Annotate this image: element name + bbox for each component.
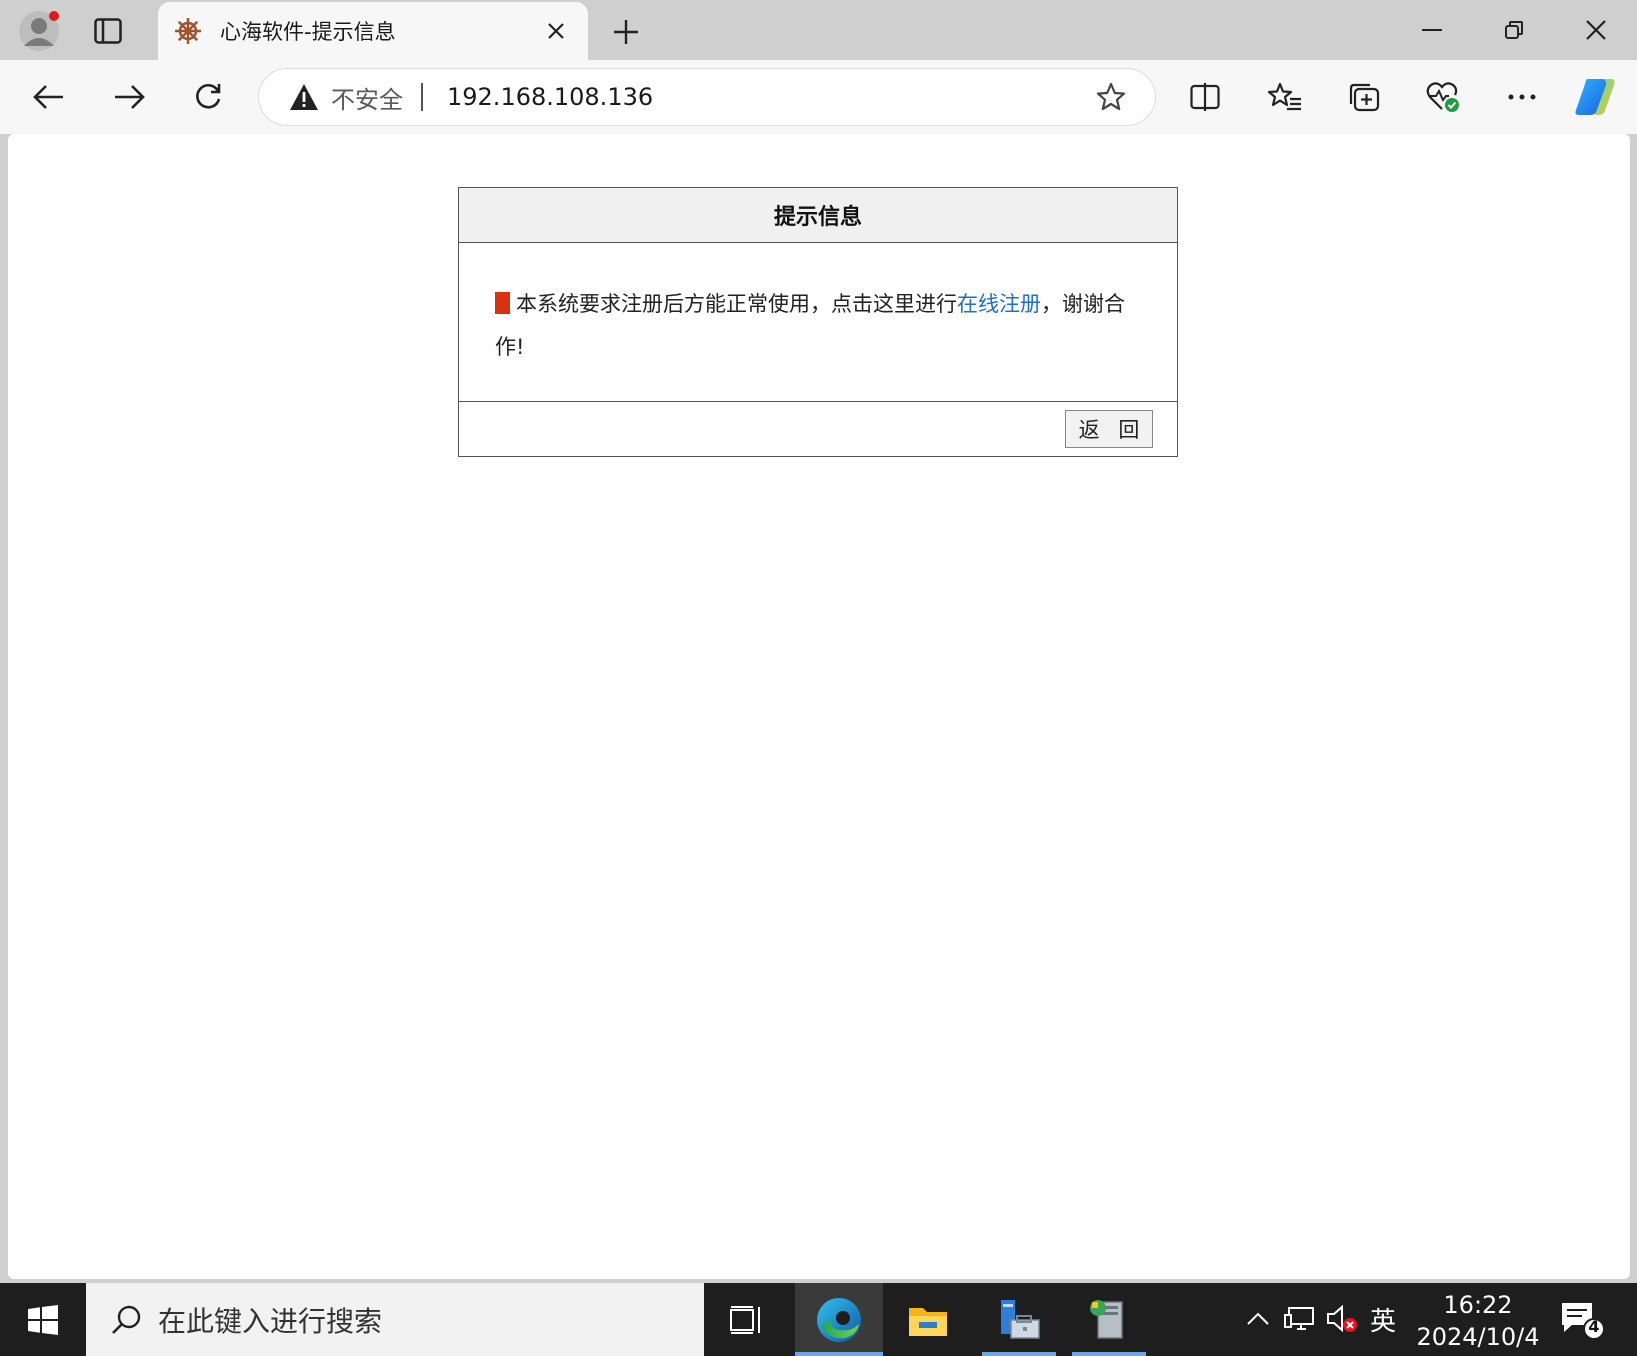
address-bar[interactable]: 不安全 192.168.108.136 [258,68,1156,126]
back-button[interactable]: 返 回 [1065,410,1153,448]
notification-center-icon[interactable]: 4 [1558,1299,1606,1341]
ime-indicator[interactable]: 英 [1370,1301,1396,1338]
restore-icon[interactable] [1473,0,1555,60]
back-arrow-icon[interactable] [26,74,72,120]
taskbar: 在此键入进行搜索 英 16:22 2024/10/4 4 [0,1283,1637,1356]
tab-close-icon[interactable] [536,11,576,51]
red-marker-icon [495,292,510,314]
tab-actions-icon[interactable] [88,12,128,50]
profile-avatar-icon[interactable] [18,10,60,52]
new-tab-icon[interactable] [604,10,648,54]
active-tab[interactable]: 心海软件-提示信息 [158,2,588,60]
favorites-icon[interactable] [1262,74,1308,120]
network-icon[interactable] [1282,1301,1318,1337]
server-manager-indicator [982,1352,1056,1356]
url-text[interactable]: 192.168.108.136 [447,83,1091,111]
clock-date: 2024/10/4 [1416,1323,1540,1351]
copilot-icon[interactable] [1572,74,1618,120]
windows-start-icon[interactable] [0,1283,86,1356]
volume-muted-icon[interactable] [1324,1301,1360,1337]
notification-count: 4 [1588,1317,1600,1336]
forward-arrow-icon[interactable] [106,74,152,120]
favorite-star-icon[interactable] [1091,77,1131,117]
window-controls [1391,0,1637,60]
app-indicator [1072,1352,1146,1356]
split-screen-icon[interactable] [1182,74,1228,120]
system-clock[interactable]: 16:22 2024/10/4 [1408,1289,1548,1353]
message-dialog: 提示信息 本系统要求注册后方能正常使用，点击这里进行在线注册，谢谢合作! 返 回 [458,187,1178,457]
address-separator [421,83,423,111]
minimize-icon[interactable] [1391,0,1473,60]
server-manager-icon[interactable] [982,1283,1056,1356]
dialog-body: 本系统要求注册后方能正常使用，点击这里进行在线注册，谢谢合作! [459,243,1177,402]
helm-favicon-icon [172,15,204,47]
edge-taskbar-icon[interactable] [795,1283,883,1356]
dialog-title: 提示信息 [459,188,1177,243]
warning-triangle-icon[interactable] [289,82,319,112]
page-viewport: 提示信息 本系统要求注册后方能正常使用，点击这里进行在线注册，谢谢合作! 返 回 [8,134,1630,1279]
dialog-footer: 返 回 [459,402,1177,456]
search-icon [106,1300,146,1340]
collections-icon[interactable] [1341,74,1387,120]
show-hidden-icons-icon[interactable] [1240,1301,1276,1337]
tab-title: 心海软件-提示信息 [220,20,396,44]
task-view-icon[interactable] [712,1283,780,1356]
app-taskbar-icon[interactable] [1072,1283,1146,1356]
refresh-icon[interactable] [185,74,231,120]
more-menu-icon[interactable] [1499,74,1545,120]
close-window-icon[interactable] [1555,0,1637,60]
file-explorer-icon[interactable] [890,1283,966,1356]
search-placeholder: 在此键入进行搜索 [158,1304,383,1338]
browser-window: 心海软件-提示信息 不安全 192.168.108.136 提示信息 本系统要求… [0,0,1637,1356]
browser-toolbar: 不安全 192.168.108.136 [0,60,1637,134]
message-text-before: 本系统要求注册后方能正常使用，点击这里进行 [516,292,957,316]
clock-time: 16:22 [1443,1291,1513,1319]
edge-active-indicator [795,1352,883,1356]
taskbar-search-box[interactable]: 在此键入进行搜索 [86,1283,704,1356]
insecure-label[interactable]: 不安全 [331,80,403,115]
tab-strip: 心海软件-提示信息 [0,0,1637,60]
online-register-link[interactable]: 在线注册 [957,292,1041,316]
browser-essentials-icon[interactable] [1420,74,1466,120]
